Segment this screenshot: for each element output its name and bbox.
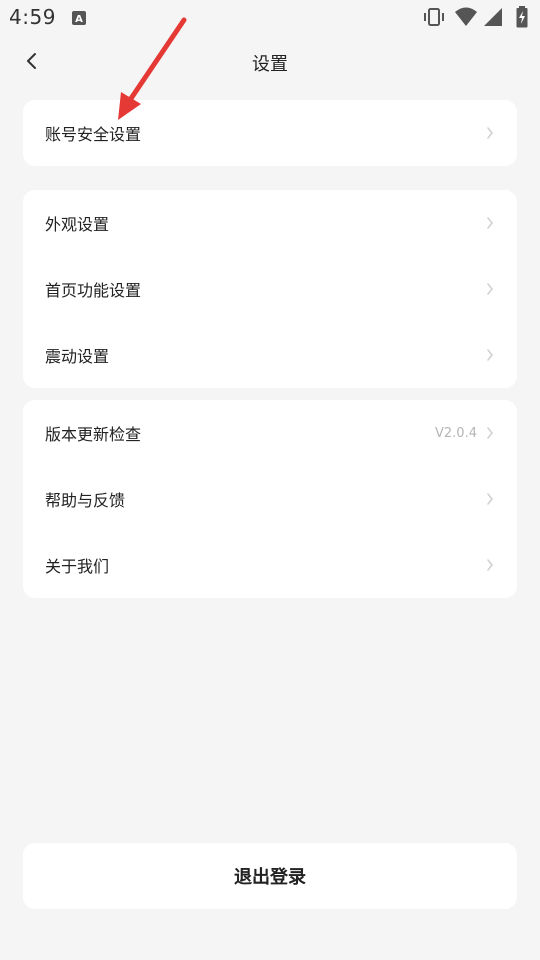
svg-text:A: A (75, 14, 83, 25)
chevron-right-icon (485, 282, 495, 296)
settings-group-about: 版本更新检查 V2.0.4 帮助与反馈 关于我们 (23, 400, 517, 598)
settings-item-label: 账号安全设置 (45, 125, 142, 144)
settings-item-label: 版本更新检查 (45, 425, 142, 444)
logout-button[interactable]: 退出登录 (23, 843, 517, 909)
settings-item-help-feedback[interactable]: 帮助与反馈 (23, 466, 517, 532)
settings-item-label: 帮助与反馈 (45, 491, 126, 510)
signal-icon (484, 8, 502, 26)
settings-item-label: 首页功能设置 (45, 281, 142, 300)
settings-group-account: 账号安全设置 (23, 100, 517, 166)
logout-label: 退出登录 (234, 867, 306, 888)
settings-item-account-security[interactable]: 账号安全设置 (23, 100, 517, 166)
settings-item-appearance[interactable]: 外观设置 (23, 190, 517, 256)
vibrate-icon (424, 8, 444, 26)
settings-item-label: 外观设置 (45, 215, 110, 234)
settings-item-home-features[interactable]: 首页功能设置 (23, 256, 517, 322)
chevron-right-icon (485, 426, 495, 440)
settings-screen: 4:59 A 设置 账号安全设置 外观设置 首页功能设置 震动设置 版本更新检查… (0, 0, 540, 960)
header: 设置 (0, 36, 540, 88)
settings-item-label: 震动设置 (45, 347, 110, 366)
status-time: 4:59 (9, 5, 56, 29)
chevron-right-icon (485, 492, 495, 506)
version-value: V2.0.4 (435, 425, 477, 441)
status-icons (422, 6, 532, 28)
battery-charging-icon (516, 6, 528, 28)
settings-group-preferences: 外观设置 首页功能设置 震动设置 (23, 190, 517, 388)
settings-item-label: 关于我们 (45, 557, 110, 576)
settings-item-vibration[interactable]: 震动设置 (23, 322, 517, 388)
wifi-icon (455, 7, 477, 26)
settings-item-version-check[interactable]: 版本更新检查 V2.0.4 (23, 400, 517, 466)
settings-item-about-us[interactable]: 关于我们 (23, 532, 517, 598)
chevron-right-icon (485, 216, 495, 230)
chevron-right-icon (485, 126, 495, 140)
page-title: 设置 (252, 54, 288, 75)
android-a-icon: A (72, 10, 86, 25)
status-bar: 4:59 A (0, 0, 540, 36)
chevron-right-icon (485, 558, 495, 572)
chevron-right-icon (485, 348, 495, 362)
